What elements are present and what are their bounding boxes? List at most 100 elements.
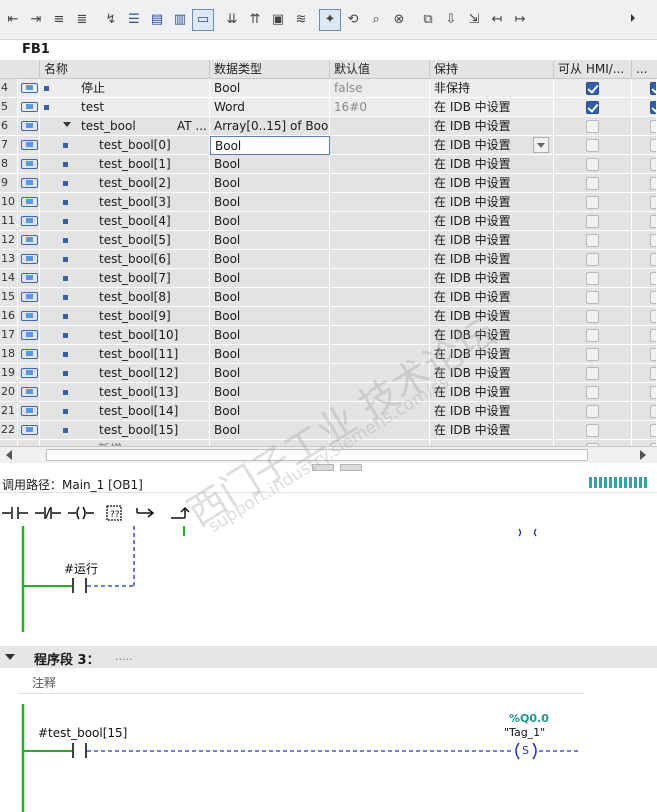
hmi-checkbox[interactable] [586, 405, 599, 418]
cell-name[interactable]: test [40, 98, 210, 117]
cell-retain[interactable]: 在 IDB 中设置 [430, 212, 554, 231]
view-layout-icon[interactable]: ▥ [169, 9, 191, 31]
cell-retain[interactable]: 在 IDB 中设置 [430, 326, 554, 345]
cell-name[interactable]: test_bool[11] [40, 345, 210, 364]
hmi-checkbox[interactable] [586, 215, 599, 228]
expand-caret-icon[interactable] [63, 122, 71, 127]
cell-default[interactable] [330, 136, 430, 155]
import-icon[interactable]: ⇊ [221, 9, 243, 31]
table-row[interactable]: 22 test_bool[15] Bool 在 IDB 中设置 [0, 421, 657, 440]
cell-retain[interactable]: 非保持 [430, 79, 554, 98]
hmi-checkbox[interactable] [586, 120, 599, 133]
contact-label[interactable]: #test_bool[15] [38, 726, 127, 740]
collapse-up-icon[interactable] [312, 464, 334, 471]
cell-name[interactable]: test_bool[0] [40, 136, 210, 155]
sync-icon[interactable]: ≋ [290, 9, 312, 31]
cell-data-type[interactable]: Bool [210, 212, 330, 231]
cell-data-type[interactable]: Bool [210, 193, 330, 212]
cell-name[interactable]: test_bool[2] [40, 174, 210, 193]
cell-default[interactable] [330, 212, 430, 231]
insert-icon[interactable]: ↤ [486, 9, 508, 31]
cell-retain[interactable]: 在 IDB 中设置 [430, 155, 554, 174]
extra-checkbox[interactable] [650, 386, 656, 399]
cell-default[interactable]: false [330, 79, 430, 98]
extra-checkbox[interactable] [650, 424, 656, 437]
header-name[interactable]: 名称 [40, 60, 210, 79]
table-row[interactable]: 10 test_bool[3] Bool 在 IDB 中设置 [0, 193, 657, 212]
table-row[interactable]: 18 test_bool[11] Bool 在 IDB 中设置 [0, 345, 657, 364]
cell-data-type[interactable]: Bool [210, 269, 330, 288]
cell-retain[interactable]: 在 IDB 中设置 [430, 345, 554, 364]
insert-row-icon[interactable]: ⇤ [2, 9, 24, 31]
coil-tag[interactable]: "Tag_1" [504, 726, 545, 739]
cell-name[interactable]: test_bool[8] [40, 288, 210, 307]
table-row[interactable]: 13 test_bool[6] Bool 在 IDB 中设置 [0, 250, 657, 269]
copy-icon[interactable]: ⧉ [417, 9, 439, 31]
scroll-thumb[interactable] [46, 449, 588, 461]
extra-checkbox[interactable] [650, 367, 656, 380]
table-row[interactable]: 4 停止 Bool false 非保持 [0, 79, 657, 98]
cell-default[interactable] [330, 250, 430, 269]
cell-data-type[interactable]: Bool [210, 79, 330, 98]
header-hmi[interactable]: 可从 HMI/... [554, 60, 632, 79]
table-row[interactable]: 9 test_bool[2] Bool 在 IDB 中设置 [0, 174, 657, 193]
cell-retain[interactable]: 在 IDB 中设置 [430, 364, 554, 383]
cell-default[interactable] [330, 421, 430, 440]
extra-checkbox[interactable] [650, 329, 656, 342]
extra-checkbox[interactable] [650, 348, 656, 361]
cell-data-type[interactable]: Bool [210, 326, 330, 345]
cell-default[interactable] [330, 117, 430, 136]
cell-default[interactable] [330, 364, 430, 383]
extra-checkbox[interactable] [650, 291, 656, 304]
pane-splitter[interactable] [0, 463, 657, 473]
hmi-checkbox[interactable] [586, 348, 599, 361]
cell-name[interactable]: test_bool[6] [40, 250, 210, 269]
network-title-text[interactable]: ..... [115, 650, 132, 663]
cut-icon[interactable]: ⊗ [388, 9, 410, 31]
cell-default[interactable] [330, 193, 430, 212]
scroll-left-icon[interactable] [6, 450, 12, 460]
cell-retain[interactable]: 在 IDB 中设置 [430, 231, 554, 250]
call-path-text[interactable]: 调用路径：Main_1 [OB1] [2, 476, 143, 493]
extra-checkbox[interactable] [650, 272, 656, 285]
cell-default[interactable] [330, 288, 430, 307]
cell-name[interactable]: 停止 [40, 79, 210, 98]
contact-label-previous[interactable]: #运行 [64, 560, 98, 577]
cell-name[interactable]: test_bool[14] [40, 402, 210, 421]
hmi-checkbox[interactable] [586, 424, 599, 437]
at-overlay-label[interactable]: AT ... [177, 117, 207, 135]
cell-data-type[interactable]: Bool [210, 364, 330, 383]
cell-data-type[interactable]: Bool [210, 307, 330, 326]
hmi-checkbox[interactable] [586, 329, 599, 342]
table-row[interactable]: 14 test_bool[7] Bool 在 IDB 中设置 [0, 269, 657, 288]
goto-icon[interactable]: ⇲ [463, 9, 485, 31]
coil-icon[interactable] [66, 501, 96, 525]
view-list-icon[interactable]: ▤ [146, 9, 168, 31]
cell-retain[interactable]: 在 IDB 中设置 [430, 250, 554, 269]
table-row[interactable]: 15 test_bool[8] Bool 在 IDB 中设置 [0, 288, 657, 307]
download-icon[interactable]: ⇩ [440, 9, 462, 31]
hmi-checkbox[interactable] [586, 196, 599, 209]
cell-data-type[interactable]: Bool [210, 136, 330, 155]
cell-name[interactable]: test_bool[10] [40, 326, 210, 345]
scroll-right-icon[interactable] [640, 450, 646, 460]
hmi-checkbox[interactable] [586, 177, 599, 190]
extra-checkbox[interactable] [650, 120, 656, 133]
extra-checkbox[interactable] [650, 177, 656, 190]
hmi-checkbox[interactable] [586, 272, 599, 285]
horizontal-scrollbar[interactable] [0, 446, 657, 463]
extra-checkbox[interactable] [650, 234, 656, 247]
cell-name[interactable]: test_bool[5] [40, 231, 210, 250]
table-row[interactable]: 7 test_bool[0] Bool 在 IDB 中设置 [0, 136, 657, 155]
cell-retain[interactable]: 在 IDB 中设置 [430, 269, 554, 288]
network-comment[interactable]: 注释 [18, 668, 584, 694]
properties-icon[interactable]: ↯ [100, 9, 122, 31]
empty-box-icon[interactable]: ?? [99, 501, 129, 525]
cell-retain[interactable]: 在 IDB 中设置 [430, 136, 554, 155]
cell-default[interactable] [330, 174, 430, 193]
cell-default[interactable]: 16#0 [330, 98, 430, 117]
cell-name[interactable]: test_bool[3] [40, 193, 210, 212]
table-row[interactable]: 12 test_bool[5] Bool 在 IDB 中设置 [0, 231, 657, 250]
comment-icon[interactable]: ▭ [192, 8, 214, 31]
cell-retain[interactable]: 在 IDB 中设置 [430, 98, 554, 117]
